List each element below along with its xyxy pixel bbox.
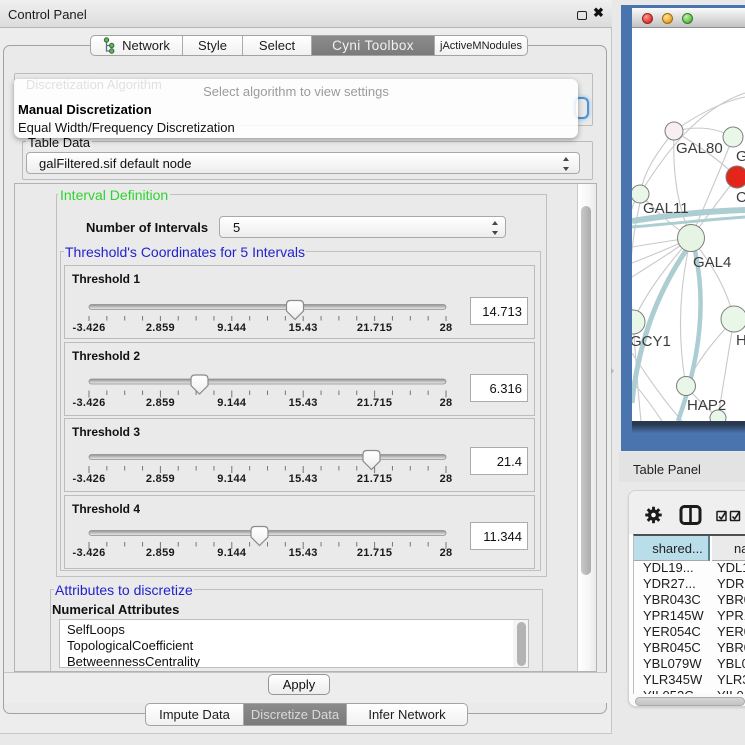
svg-text:HAP2: HAP2 [687, 397, 726, 414]
svg-text:GA: GA [736, 148, 745, 165]
svg-text:GAL4: GAL4 [693, 254, 731, 271]
svg-text:GAL11: GAL11 [643, 200, 689, 217]
svg-text:GCY1: GCY1 [632, 333, 671, 350]
svg-text:C: C [736, 189, 745, 206]
svg-text:H: H [736, 332, 745, 349]
svg-text:GAL80: GAL80 [676, 140, 723, 157]
